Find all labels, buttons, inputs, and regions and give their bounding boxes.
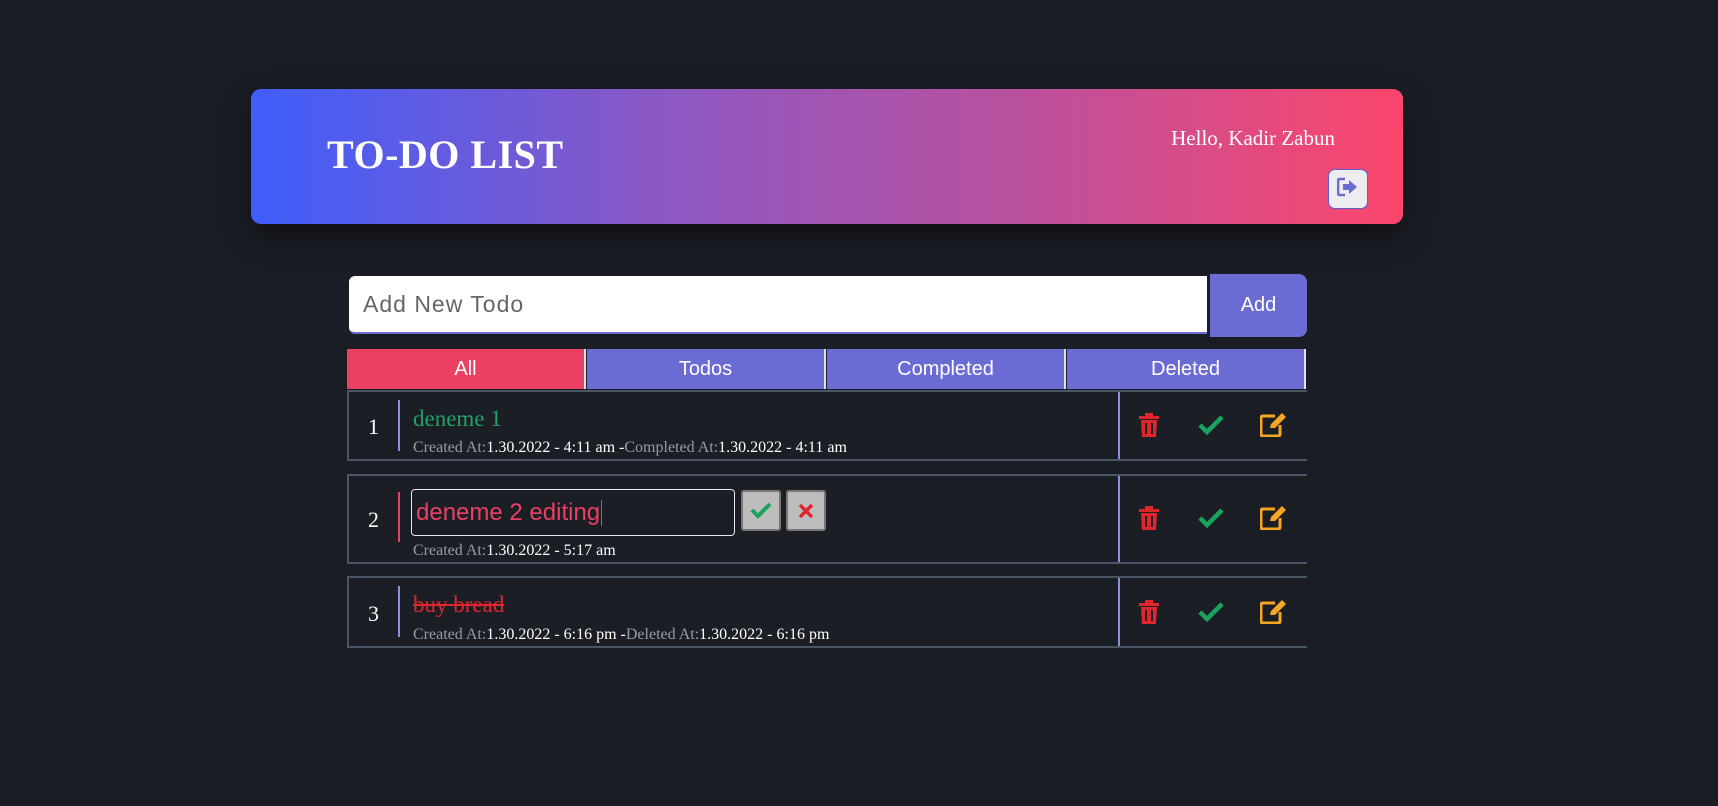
created-value: 1.30.2022 - 5:17 am bbox=[486, 542, 616, 559]
row-actions bbox=[1118, 578, 1309, 646]
todo-number: 2 bbox=[368, 507, 379, 532]
confirm-edit-button[interactable] bbox=[741, 490, 781, 531]
tab-deleted[interactable]: Deleted bbox=[1067, 349, 1306, 389]
todo-timestamps: Created At:1.30.2022 - 4:11 am -Complete… bbox=[413, 439, 847, 457]
delete-button[interactable] bbox=[1134, 597, 1164, 627]
check-icon bbox=[1198, 415, 1224, 435]
edit-icon bbox=[1260, 600, 1286, 624]
todo-row: 2 deneme 2 editing Created At:1.30.2022 … bbox=[347, 474, 1307, 564]
row-actions bbox=[1118, 392, 1309, 459]
row-divider bbox=[398, 400, 400, 451]
page-title: TO-DO LIST bbox=[327, 132, 564, 177]
check-icon bbox=[1198, 602, 1224, 622]
new-todo-input[interactable] bbox=[349, 276, 1207, 334]
edit-input-value: deneme 2 editing bbox=[416, 498, 601, 526]
complete-button[interactable] bbox=[1196, 410, 1226, 440]
created-label: Created At: bbox=[413, 439, 487, 456]
sign-out-icon bbox=[1336, 177, 1359, 202]
row-divider bbox=[398, 586, 400, 637]
created-label: Created At: bbox=[413, 626, 487, 643]
row-actions bbox=[1118, 476, 1309, 562]
tab-all[interactable]: All bbox=[347, 349, 586, 389]
tab-completed[interactable]: Completed bbox=[827, 349, 1066, 389]
trash-icon bbox=[1139, 413, 1159, 437]
complete-button[interactable] bbox=[1196, 597, 1226, 627]
edit-icon bbox=[1260, 413, 1286, 437]
edit-button[interactable] bbox=[1258, 597, 1288, 627]
delete-button[interactable] bbox=[1134, 503, 1164, 533]
check-icon bbox=[750, 502, 772, 519]
edit-icon bbox=[1260, 506, 1286, 530]
edit-button[interactable] bbox=[1258, 503, 1288, 533]
cancel-edit-button[interactable] bbox=[786, 490, 826, 531]
text-cursor bbox=[601, 499, 603, 526]
created-value: 1.30.2022 - 4:11 am - bbox=[486, 439, 625, 456]
add-todo-form: Add bbox=[347, 274, 1307, 337]
user-greeting: Hello, Kadir Zabun bbox=[1171, 126, 1335, 150]
todo-timestamps: Created At:1.30.2022 - 5:17 am bbox=[413, 542, 616, 560]
created-value: 1.30.2022 - 6:16 pm - bbox=[486, 626, 626, 643]
complete-button[interactable] bbox=[1196, 503, 1226, 533]
todo-timestamps: Created At:1.30.2022 - 6:16 pm -Deleted … bbox=[413, 626, 829, 644]
todo-number: 1 bbox=[368, 414, 379, 439]
add-button[interactable]: Add bbox=[1210, 274, 1307, 337]
app-header: TO-DO LIST Hello, Kadir Zabun bbox=[251, 89, 1403, 224]
completed-value: 1.30.2022 - 4:11 am bbox=[718, 439, 847, 456]
todo-text: buy bread bbox=[413, 592, 505, 617]
todo-number: 3 bbox=[368, 601, 379, 626]
created-label: Created At: bbox=[413, 542, 487, 559]
completed-label: Completed At: bbox=[624, 439, 719, 456]
logout-button[interactable] bbox=[1328, 169, 1368, 209]
edit-button[interactable] bbox=[1258, 410, 1288, 440]
edit-todo-input[interactable]: deneme 2 editing bbox=[411, 489, 735, 536]
delete-button[interactable] bbox=[1134, 410, 1164, 440]
deleted-label: Deleted At: bbox=[625, 626, 700, 643]
todo-text: deneme 1 bbox=[413, 406, 502, 431]
trash-icon bbox=[1139, 506, 1159, 530]
check-icon bbox=[1198, 508, 1224, 528]
filter-tabs: All Todos Completed Deleted bbox=[347, 349, 1307, 389]
trash-icon bbox=[1139, 600, 1159, 624]
close-icon bbox=[798, 503, 814, 518]
tab-todos[interactable]: Todos bbox=[587, 349, 826, 389]
todo-row: 1 deneme 1 Created At:1.30.2022 - 4:11 a… bbox=[347, 390, 1307, 461]
deleted-value: 1.30.2022 - 6:16 pm bbox=[699, 626, 830, 643]
todo-row: 3 buy bread Created At:1.30.2022 - 6:16 … bbox=[347, 576, 1307, 648]
row-divider bbox=[398, 492, 400, 542]
